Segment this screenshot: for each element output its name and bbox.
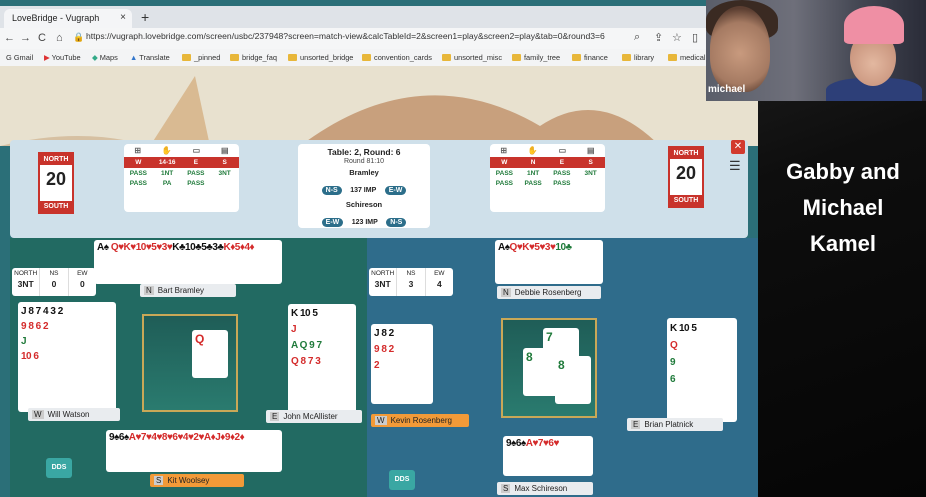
right-east-plate: E Brian Platnick: [627, 418, 723, 431]
person-2-hat: [844, 6, 904, 44]
team1-imp: 137 IMP: [350, 187, 377, 194]
webcam-name-label: michael: [708, 84, 746, 95]
bookmark-library[interactable]: library: [622, 53, 654, 62]
bookmarks-bar: G Gmail ▶ YouTube ◆ Maps ▲ Translate _pi…: [0, 49, 758, 66]
dds-tab-icon[interactable]: ▭: [559, 146, 567, 155]
hand-icon[interactable]: ✋: [528, 146, 538, 155]
team2-imp: 123 IMP: [351, 219, 378, 226]
bookmark-medical[interactable]: medical: [668, 53, 705, 62]
url-input[interactable]: https://vugraph.lovebridge.com/screen/us…: [86, 31, 605, 41]
hand-icon[interactable]: ✋: [162, 146, 172, 155]
address-bar-row: ← → C ⌂ 🔒 https://vugraph.lovebridge.com…: [0, 28, 758, 49]
share-icon[interactable]: ⇪: [654, 31, 663, 44]
star-icon[interactable]: ☆: [672, 31, 682, 44]
close-icon[interactable]: ✕: [731, 140, 745, 154]
bookmark-unsorted-misc[interactable]: unsorted_misc: [442, 53, 502, 62]
dds-tab-icon[interactable]: ▭: [193, 146, 201, 155]
right-trick-card-2: 8: [523, 348, 559, 396]
extension-icon[interactable]: ▯: [692, 31, 698, 44]
left-west-plate: W Will Watson: [28, 408, 120, 421]
home-icon[interactable]: ⌂: [56, 32, 63, 44]
left-north-plate: N Bart Bramley: [140, 284, 236, 297]
match-info-panel: Table: 2, Round: 6 Round 81:10 Bramley N…: [298, 144, 430, 228]
forward-icon[interactable]: →: [20, 32, 31, 44]
new-tab-button[interactable]: +: [141, 9, 149, 25]
reload-icon[interactable]: C: [38, 32, 46, 44]
lock-icon: 🔒: [73, 32, 85, 42]
left-bidding-box: ⊞ ✋ ▭ ▤ W 14-16 E S PASS 1NT PASS 3NT PASS …: [124, 144, 239, 212]
right-compass-card: NORTH 20 SOUTH: [668, 146, 704, 208]
left-west-hand[interactable]: J 8 7 4 3 2 9 8 6 2 J 10 6: [18, 302, 116, 412]
caption-line-3: Kamel: [809, 231, 877, 256]
right-table: NORTH 3NT NS 3 EW 4 A♠Q♥K♥5♥3♥10♣ N Debbie R…: [367, 238, 758, 497]
right-east-hand[interactable]: K 10 5 Q 9 6: [667, 318, 737, 422]
bookmark-unsorted-bridge[interactable]: unsorted_bridge: [288, 53, 353, 62]
browser-tab[interactable]: LoveBridge - Vugraph ×: [4, 9, 132, 28]
bookmark-pinned[interactable]: _pinned: [182, 53, 220, 62]
menu-icon[interactable]: ☰: [729, 158, 741, 174]
left-compass-card: NORTH 20 SOUTH: [38, 152, 74, 214]
tab-title: LoveBridge - Vugraph: [12, 13, 100, 23]
right-trick-card-3: 8: [555, 356, 591, 404]
board-header: NORTH 20 SOUTH ⊞ ✋ ▭ ▤ W 14-16 E S PASS 1NT…: [10, 140, 748, 238]
bookmark-gmail[interactable]: G Gmail: [6, 53, 33, 62]
left-south-plate: S Kit Woolsey: [150, 474, 244, 487]
grid-icon[interactable]: ⊞: [134, 146, 141, 155]
bookmark-translate[interactable]: ▲ Translate: [130, 53, 170, 62]
close-tab-icon[interactable]: ×: [120, 12, 126, 23]
bookmark-maps[interactable]: ◆ Maps: [92, 53, 118, 62]
bookmark-convention-cards[interactable]: convention_cards: [362, 53, 432, 62]
right-dds-button[interactable]: DDS: [389, 470, 415, 490]
right-north-plate: N Debbie Rosenberg: [497, 286, 601, 299]
bookmark-youtube[interactable]: ▶ YouTube: [44, 53, 81, 62]
left-south-hand[interactable]: 9♠6♠A♥7♥4♥8♥6♥4♥2♥A♦J♦9♦2♦: [106, 430, 282, 472]
team1-dir-b: E-W: [384, 186, 407, 195]
left-east-plate: E John McAllister: [266, 410, 362, 423]
monitor-screen: LoveBridge - Vugraph × + ← → C ⌂ 🔒 https…: [0, 0, 758, 497]
right-trick-area: 7 8 8: [501, 318, 597, 418]
left-trick-area: Q: [142, 314, 238, 412]
team2-dir-a: E-W: [321, 218, 344, 227]
page-background-illustration: [0, 66, 758, 146]
browser-tab-bar: LoveBridge - Vugraph × +: [0, 6, 758, 28]
grid-icon[interactable]: ⊞: [500, 146, 507, 155]
webcam-feed: michael: [706, 0, 926, 101]
search-icon[interactable]: ⌕: [634, 31, 640, 44]
back-icon[interactable]: ←: [4, 32, 15, 44]
bookmark-bridge-faq[interactable]: bridge_faq: [230, 53, 277, 62]
right-west-hand[interactable]: J 8 2 9 8 2 2: [371, 324, 433, 404]
chat-icon[interactable]: ▤: [221, 146, 229, 155]
table-round-label: Table: 2, Round: 6: [327, 147, 401, 157]
left-contract-box: NORTH 3NT NS 0 EW 0: [12, 268, 96, 296]
bookmark-finance[interactable]: finance: [572, 53, 608, 62]
left-north-hand[interactable]: A♠ Q♥K♥10♥5♥3♥K♣10♣5♣3♣K♦5♦4♦: [94, 240, 282, 284]
left-dds-button[interactable]: DDS: [46, 458, 72, 478]
chat-icon[interactable]: ▤: [587, 146, 595, 155]
right-bidding-box: ⊞ ✋ ▭ ▤ W N E S PASS 1NT PASS 3NT PASS PASS…: [490, 144, 605, 212]
team1-dir-a: N-S: [321, 186, 342, 195]
caption-line-1: Gabby and: [786, 159, 900, 184]
right-south-hand[interactable]: 9♠6♠A♥7♥6♥: [503, 436, 593, 476]
right-contract-box: NORTH 3NT NS 3 EW 4: [369, 268, 453, 296]
team1-name: Bramley: [349, 168, 379, 177]
left-trick-card: Q: [192, 330, 228, 378]
caption-line-2: Michael: [802, 195, 884, 220]
caption-overlay: Gabby and Michael Kamel: [768, 154, 918, 262]
person-1-face: [710, 6, 770, 92]
bookmark-family-tree[interactable]: family_tree: [512, 53, 560, 62]
left-east-hand[interactable]: K 10 5 J A Q 9 7 Q 8 7 3: [288, 304, 356, 416]
round-timer: Round 81:10: [343, 158, 385, 165]
left-table: NORTH 3NT NS 0 EW 0 A♠ Q♥K♥10♥5♥3♥K♣10♣5♣3♣…: [10, 238, 367, 497]
team2-name: Schireson: [345, 200, 383, 209]
right-south-plate: S Max Schireson: [497, 482, 593, 495]
right-north-hand[interactable]: A♠Q♥K♥5♥3♥10♣: [495, 240, 603, 284]
right-west-plate: W Kevin Rosenberg: [371, 414, 469, 427]
team2-dir-b: N-S: [386, 218, 407, 227]
hills-illustration: [0, 66, 758, 146]
